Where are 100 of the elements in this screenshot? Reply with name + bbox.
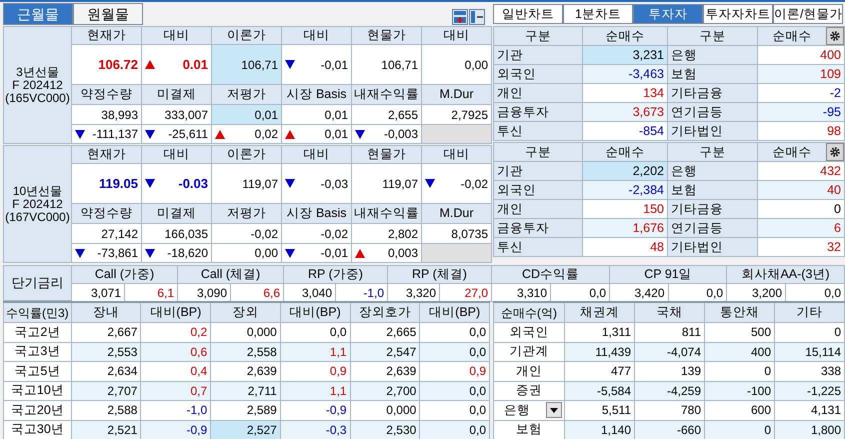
- column-header: 현물가: [352, 27, 422, 45]
- row-label: 투신: [494, 122, 583, 141]
- table-cell: 38,993: [72, 105, 142, 125]
- row-label: 기관: [494, 162, 583, 181]
- month-tab[interactable]: 근월물: [3, 3, 73, 25]
- table-cell: 3,310: [492, 284, 551, 302]
- table-cell: 0,6: [141, 342, 212, 362]
- settings-button[interactable]: [826, 143, 844, 161]
- futures-name-line: (167VC000): [5, 210, 70, 224]
- table-cell: 0,00: [422, 45, 492, 85]
- row-label: 기관계: [493, 342, 565, 362]
- row-label: 보험: [668, 65, 758, 84]
- table-cell: 1,676: [583, 219, 668, 238]
- column-header: CP 91일: [610, 266, 727, 284]
- dropdown-field[interactable]: 은행: [493, 401, 565, 420]
- column-header: 대비(BP): [420, 303, 490, 323]
- table-cell: 0,000: [350, 401, 420, 420]
- table-cell: 1,1: [280, 382, 351, 401]
- table-cell: 1,800: [775, 420, 845, 439]
- table-cell: 3,420: [610, 284, 668, 302]
- cell-value: -73,861: [97, 245, 138, 262]
- table-cell: 0,0: [420, 420, 490, 439]
- table-cell: 0: [705, 420, 775, 439]
- table-cell: 0,9: [420, 362, 490, 382]
- futures-name-line: 3년선물: [16, 66, 59, 78]
- chart-tab[interactable]: 1분차트: [563, 4, 633, 24]
- table-cell: 3,200: [727, 284, 786, 302]
- table-cell: 119,07: [212, 164, 282, 204]
- row-label: 단기금리: [3, 265, 72, 301]
- table-cell: 2,639: [350, 362, 420, 382]
- table-cell: -95: [758, 103, 845, 122]
- row-label: 개인: [494, 84, 583, 103]
- table-cell: 0,000: [211, 323, 281, 342]
- row-label: 개인: [493, 362, 565, 382]
- column-header: 순매수: [772, 144, 812, 161]
- cell-value: 0,01: [324, 126, 348, 143]
- month-tab[interactable]: 원월물: [73, 3, 143, 25]
- table-cell: 3,090: [178, 284, 231, 302]
- column-header: M.Dur: [422, 85, 492, 105]
- row-label: 은행: [668, 46, 758, 65]
- table-cell: 0,0: [420, 342, 490, 362]
- chart-tab[interactable]: 투자자차트: [703, 4, 773, 24]
- table-cell: 2,667: [72, 323, 142, 342]
- column-header: Call (체결): [178, 266, 284, 284]
- layout-icon[interactable]: [452, 9, 468, 25]
- table-cell: 432: [758, 162, 845, 181]
- settings-button[interactable]: [826, 27, 844, 45]
- dropdown-button[interactable]: [546, 402, 562, 418]
- table-cell: 119.05: [72, 164, 142, 204]
- table-cell: 2,521: [72, 420, 142, 439]
- table-cell: 3,320: [388, 284, 440, 302]
- table-cell: -1,0: [336, 284, 388, 302]
- column-header: 내재수익률: [352, 204, 422, 224]
- table-cell: 333,007: [142, 105, 212, 125]
- row-label: 국고2년: [3, 323, 72, 342]
- row-label: 보험: [493, 420, 565, 439]
- table-cell: 0,0: [280, 323, 351, 342]
- chart-tab[interactable]: 이론/현물가: [773, 4, 843, 24]
- row-label: 국고3년: [3, 342, 72, 362]
- column-header: CD수익률: [492, 266, 610, 284]
- row-label: 기타금융: [668, 84, 758, 103]
- column-header: 기타: [775, 303, 845, 323]
- table-cell: 6,6: [231, 284, 284, 302]
- table-cell: 106,71: [352, 45, 422, 85]
- table-cell: 40: [758, 181, 845, 200]
- table-cell: 0,0: [786, 284, 845, 302]
- column-header: 구분: [494, 27, 583, 46]
- layout-icon[interactable]: [469, 9, 485, 25]
- chart-tab[interactable]: 일반차트: [493, 4, 563, 24]
- row-label: 연기금등: [668, 219, 758, 238]
- table-cell: 2,553: [72, 342, 142, 362]
- table-cell: 3,040: [284, 284, 336, 302]
- table-cell: -100: [705, 382, 775, 401]
- row-label: 외국인: [494, 65, 583, 84]
- table-cell: 5,511: [565, 401, 635, 420]
- table-cell: 48: [583, 238, 668, 257]
- column-header: 대비: [282, 146, 352, 164]
- column-header: 저평가: [212, 85, 282, 105]
- cell-value: 0,003: [388, 245, 418, 262]
- column-header: 대비: [142, 146, 212, 164]
- table-cell: 2,527: [211, 420, 281, 439]
- column-header: 대비: [282, 27, 352, 45]
- column-header: 순매수: [772, 28, 812, 45]
- cell-value: 0.01: [182, 56, 208, 74]
- table-cell: -3,463: [583, 65, 668, 84]
- table-cell: 2,639: [211, 362, 281, 382]
- table-cell: 0: [705, 362, 775, 382]
- chart-tab[interactable]: 투자자: [633, 4, 703, 24]
- column-header: 미결제: [142, 204, 212, 224]
- cell-value: -111,137: [92, 126, 138, 143]
- table-cell: 0,0: [420, 323, 490, 342]
- row-label: 금융투자: [494, 219, 583, 238]
- table-cell: 1,140: [565, 420, 635, 439]
- table-cell: -5,584: [565, 382, 635, 401]
- column-header: RP (체결): [388, 266, 492, 284]
- settings-icon: [829, 30, 841, 42]
- column-header: 통안채: [705, 303, 775, 323]
- table-cell: 1,311: [565, 323, 635, 342]
- table-cell: 139: [635, 362, 705, 382]
- table-cell: -0,9: [141, 420, 212, 439]
